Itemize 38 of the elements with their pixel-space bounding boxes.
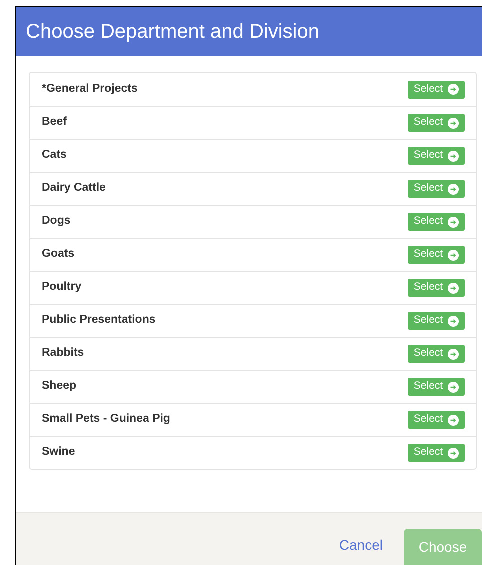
arrow-circle-icon xyxy=(448,282,460,294)
select-button[interactable]: Select xyxy=(408,114,465,132)
department-name: Sheep xyxy=(42,379,77,394)
department-name: Dairy Cattle xyxy=(42,181,106,196)
select-button[interactable]: Select xyxy=(408,312,465,330)
select-button[interactable]: Select xyxy=(408,411,465,429)
select-button[interactable]: Select xyxy=(408,444,465,462)
arrow-circle-icon xyxy=(448,216,460,228)
arrow-circle-icon xyxy=(448,382,460,392)
arrow-circle-icon xyxy=(448,414,460,426)
department-name: Small Pets - Guinea Pig xyxy=(42,412,170,428)
department-name: Poultry xyxy=(42,280,82,296)
department-name: Dogs xyxy=(42,214,71,230)
department-name: Rabbits xyxy=(42,346,84,362)
arrow-circle-icon xyxy=(448,118,460,128)
department-name: Goats xyxy=(42,247,75,262)
dialog-title: Choose Department and Division xyxy=(26,20,320,44)
department-name: Swine xyxy=(42,445,76,460)
cancel-button[interactable]: Cancel xyxy=(339,535,383,556)
department-name: Public Presentations xyxy=(42,313,156,328)
department-name: *General Projects xyxy=(42,82,138,97)
arrow-circle-icon xyxy=(448,250,460,260)
select-button[interactable]: Select xyxy=(408,180,465,198)
select-button[interactable]: Select xyxy=(408,213,465,231)
select-button[interactable]: Select xyxy=(408,279,465,297)
select-button[interactable]: Select xyxy=(408,246,465,264)
arrow-circle-icon xyxy=(448,316,460,326)
arrow-circle-icon xyxy=(448,84,460,95)
select-button[interactable]: Select xyxy=(408,378,465,396)
select-button[interactable]: Select xyxy=(408,80,465,98)
department-name: Beef xyxy=(42,115,67,130)
arrow-circle-icon xyxy=(448,150,460,162)
department-name: Cats xyxy=(42,148,67,164)
select-button[interactable]: Select xyxy=(408,147,465,165)
select-button[interactable]: Select xyxy=(408,345,465,363)
arrow-circle-icon xyxy=(448,348,460,360)
arrow-circle-icon xyxy=(448,448,460,458)
arrow-circle-icon xyxy=(448,184,460,194)
